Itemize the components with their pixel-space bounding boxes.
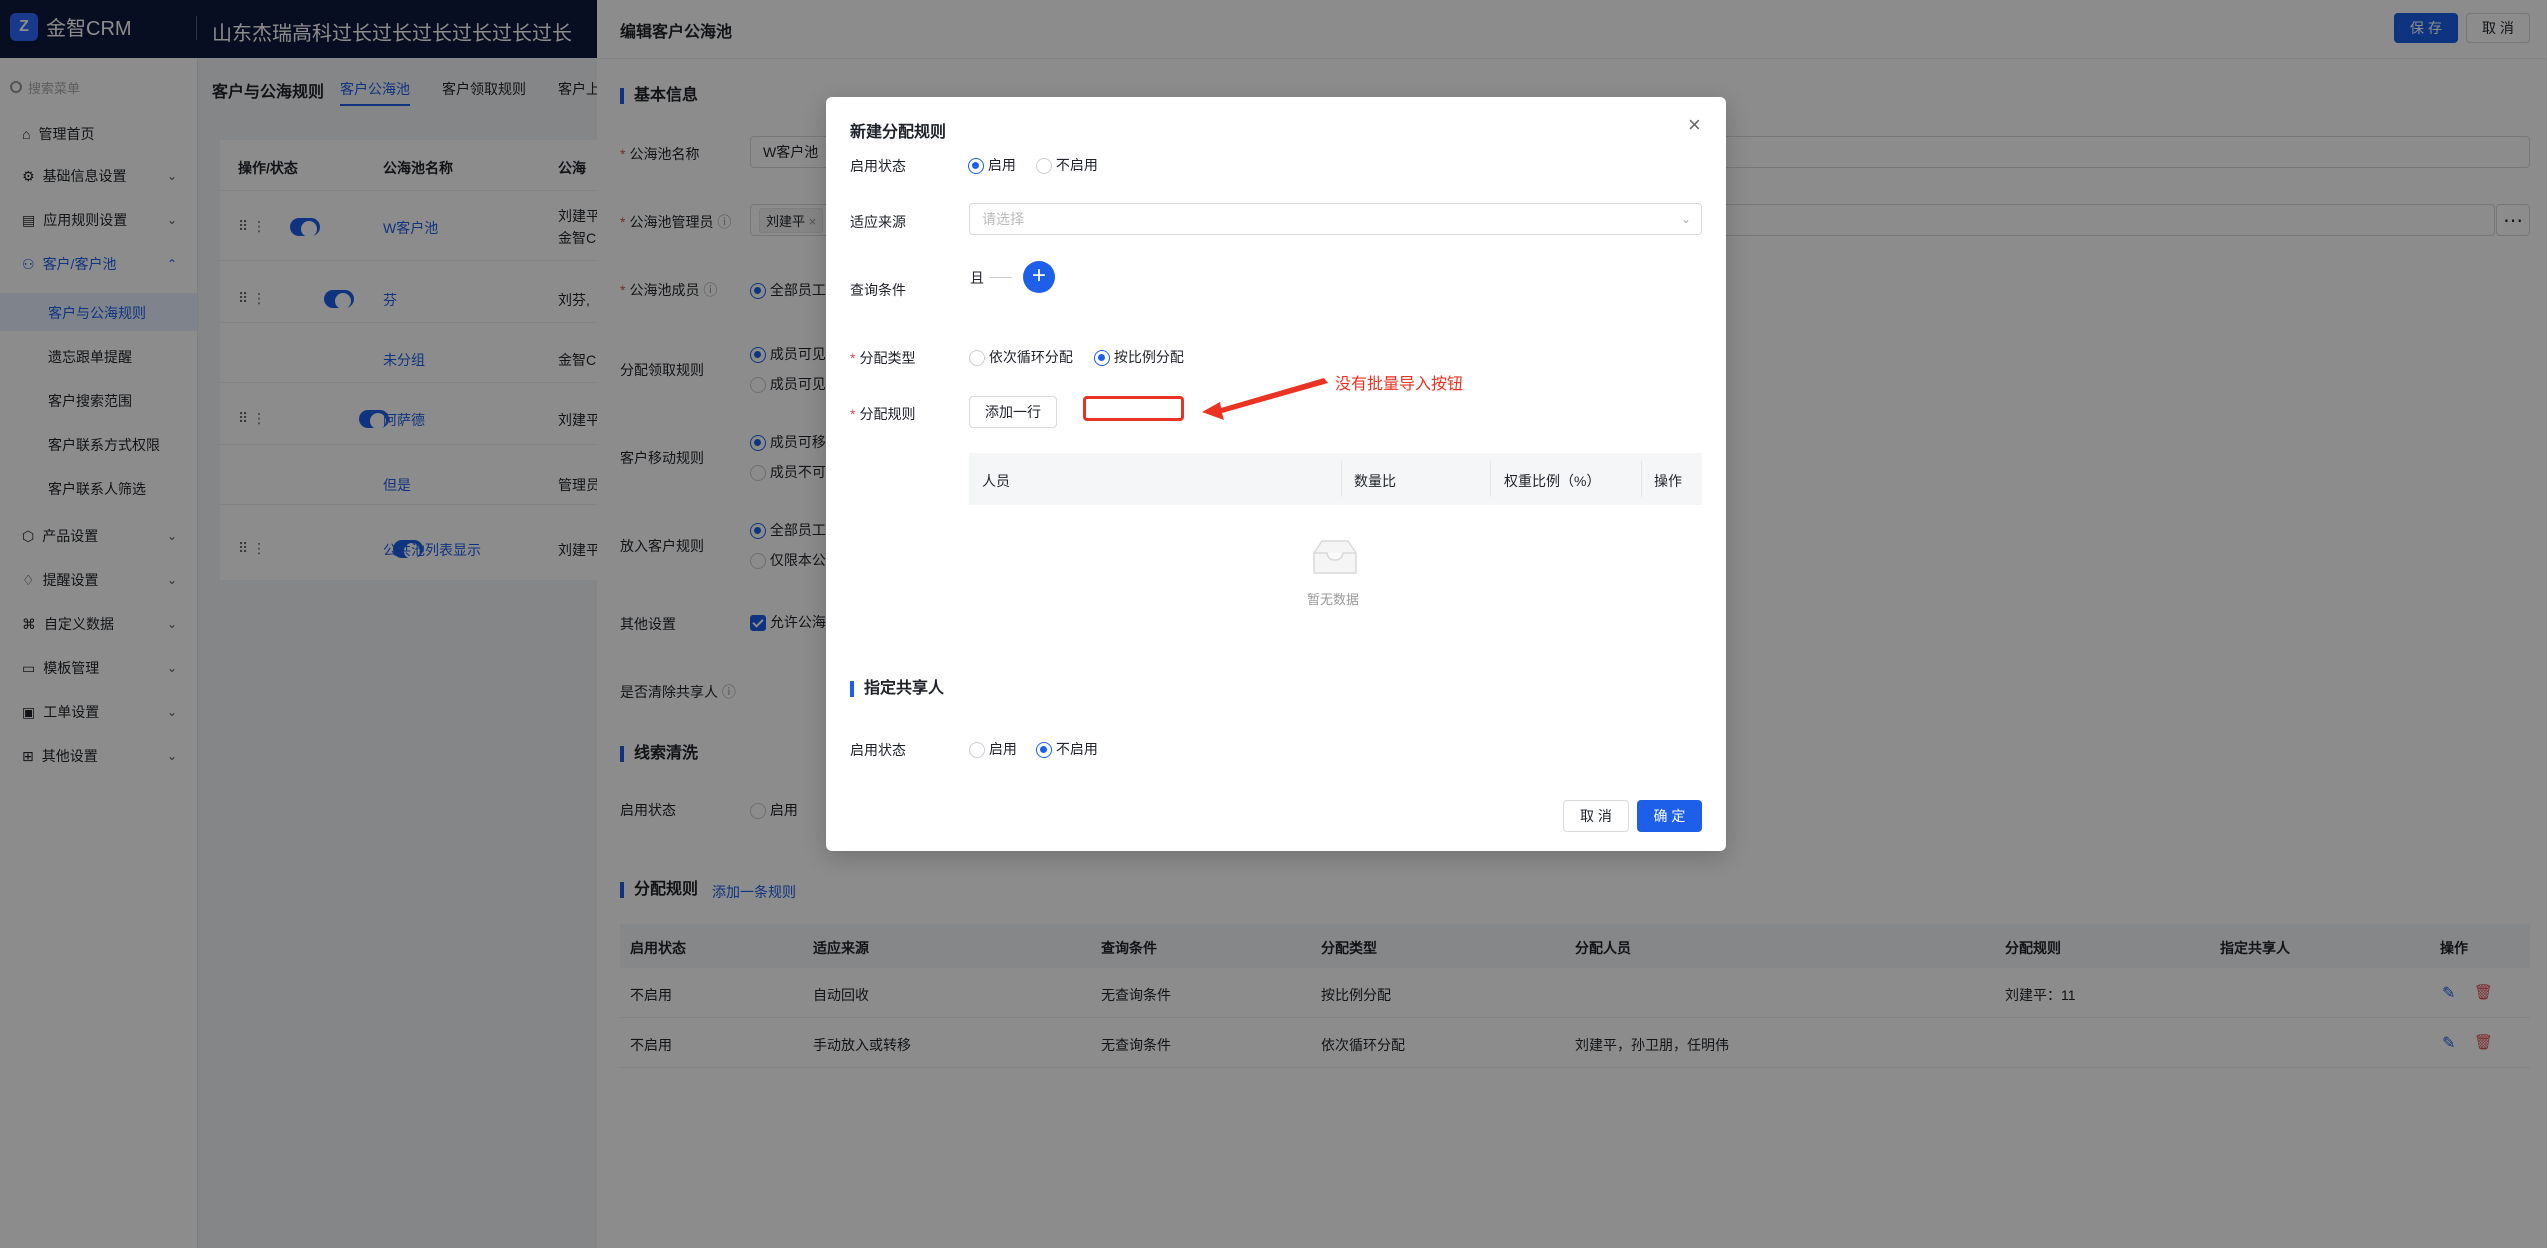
annotation-box: [1083, 396, 1184, 421]
share-status-enable[interactable]: 启用: [969, 739, 1017, 759]
modal-th-person: 人员: [982, 473, 1010, 489]
close-icon[interactable]: ×: [1688, 112, 1701, 138]
annotation-arrow: [1202, 378, 1328, 420]
type-radio-round[interactable]: 依次循环分配: [969, 347, 1073, 367]
add-condition-button[interactable]: +: [1023, 261, 1055, 293]
modal-status-enable[interactable]: 启用: [968, 155, 1016, 175]
col-divider: [1341, 461, 1342, 497]
chevron-down-icon: ⌄: [1680, 212, 1691, 226]
modal-status-disable[interactable]: 不启用: [1036, 155, 1098, 175]
source-placeholder: 请选择: [982, 211, 1024, 227]
modal-source-label: 适应来源: [850, 214, 906, 230]
modal-rule-label: * 分配规则: [850, 406, 916, 422]
query-and: 且: [970, 270, 984, 286]
query-connector: [990, 277, 1012, 278]
source-select[interactable]: 请选择 ⌄: [969, 203, 1702, 235]
overlay-mask-left[interactable]: [0, 0, 597, 1248]
modal-cancel-button[interactable]: 取 消: [1563, 800, 1629, 832]
type-radio-ratio[interactable]: 按比例分配: [1094, 347, 1184, 367]
modal-type-label: * 分配类型: [850, 350, 916, 366]
annotation-text: 没有批量导入按钮: [1335, 376, 1464, 393]
modal-status-label: 启用状态: [850, 158, 906, 174]
modal-th-weight: 权重比例（%）: [1504, 473, 1601, 489]
modal-ok-button[interactable]: 确 定: [1637, 800, 1702, 832]
empty-box-icon: [1313, 540, 1357, 574]
plus-icon: +: [1031, 262, 1046, 289]
empty-text: 暂无数据: [1307, 592, 1360, 607]
modal-th-count: 数量比: [1354, 473, 1396, 489]
share-status-label: 启用状态: [850, 742, 906, 758]
modal-th-ops: 操作: [1654, 473, 1682, 489]
col-divider: [1641, 461, 1642, 497]
share-status-disable[interactable]: 不启用: [1036, 739, 1098, 759]
modal-title: 新建分配规则: [850, 124, 947, 141]
add-row-button[interactable]: 添加一行: [969, 396, 1057, 428]
col-divider: [1490, 461, 1491, 497]
share-section-title: 指定共享人: [850, 681, 944, 697]
modal-query-label: 查询条件: [850, 282, 906, 298]
